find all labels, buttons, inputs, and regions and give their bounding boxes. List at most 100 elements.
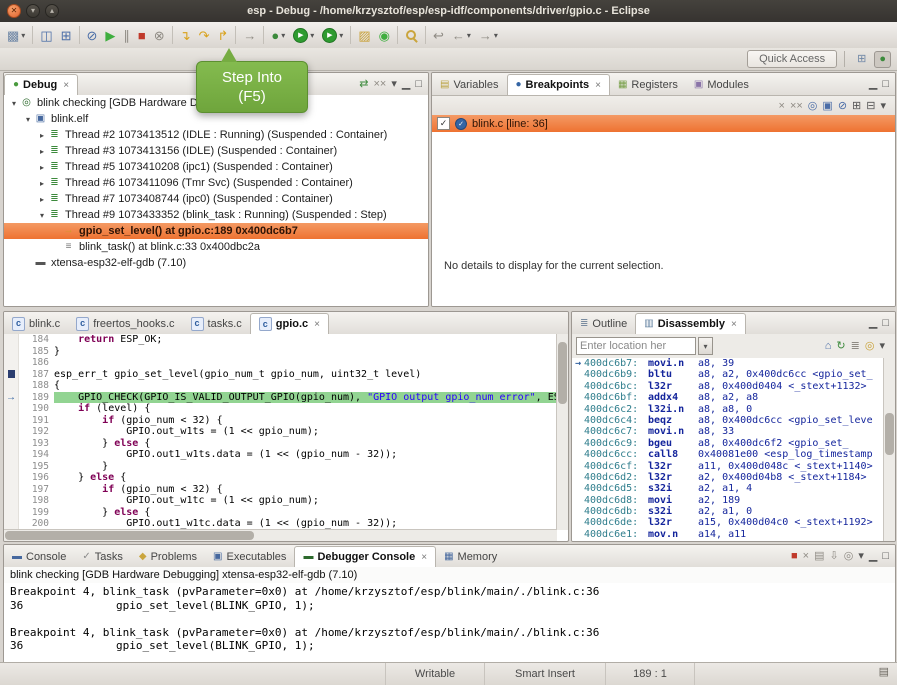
annotation-column[interactable] [4, 461, 19, 473]
annotation-column[interactable] [4, 357, 19, 369]
expand-all-button[interactable]: ⊞ [850, 100, 863, 113]
breakpoints-list[interactable]: ✓ ✓ blink.c [line: 36] [432, 115, 895, 306]
tab-tasks[interactable]: ✓Tasks [74, 546, 131, 567]
disassembly-line[interactable]: 400dc6e1:mov.na14, a11 [572, 529, 884, 540]
twistie-icon[interactable]: ▸ [36, 131, 48, 140]
editor-horizontal-scrollbar[interactable] [4, 529, 557, 541]
tab-variables[interactable]: ▤Variables [432, 74, 507, 95]
maximize-view-button[interactable]: □ [880, 550, 891, 563]
clear-console-button[interactable]: ▤ [812, 550, 826, 563]
editor-line[interactable]: 192 GPIO.out_w1ts = (1 << gpio_num); [4, 426, 557, 438]
debug-tree-row[interactable]: ▾≣Thread #9 1073433352 (blink_task : Run… [4, 207, 428, 223]
remove-all-terminated-button[interactable]: ×× [371, 78, 388, 91]
disassembly-line[interactable]: 400dc6bc:l32ra8, 0x400d0404 <_stext+1132… [572, 381, 884, 392]
last-edit-location-button[interactable]: ↩ [429, 24, 448, 46]
debug-dropdown-button[interactable]: ●▾ [267, 24, 289, 46]
debug-tree-row[interactable]: ▸≣Thread #3 1073413156 (IDLE) (Suspended… [4, 143, 428, 159]
twistie-icon[interactable]: ▾ [36, 211, 48, 220]
annotation-column[interactable] [4, 472, 19, 484]
skip-all-breakpoints-button[interactable]: ⊘ [836, 100, 849, 113]
debug-tree[interactable]: ▾◎blink checking [GDB Hardware Debugging… [4, 95, 428, 306]
editor-line[interactable]: 193 } else { [4, 438, 557, 450]
editor-line[interactable]: 186 [4, 357, 557, 369]
disassembly-vertical-scrollbar-thumb[interactable] [885, 413, 894, 455]
close-button[interactable]: ✕ [7, 4, 21, 18]
breakpoint-row[interactable]: ✓ ✓ blink.c [line: 36] [432, 115, 895, 132]
annotation-column[interactable] [4, 495, 19, 507]
home-button[interactable]: ⌂ [823, 340, 834, 353]
collapse-all-button[interactable]: ⊟ [864, 100, 877, 113]
terminate-console-button[interactable]: ■ [789, 550, 800, 563]
save-all-button[interactable]: ⊞ [57, 24, 76, 46]
debug-tree-row[interactable]: ▸≣Thread #7 1073408744 (ipc0) (Suspended… [4, 191, 428, 207]
terminate-button[interactable]: ■ [134, 24, 150, 46]
annotation-column[interactable] [4, 426, 19, 438]
editor-line[interactable]: 190 if (level) { [4, 403, 557, 415]
location-input[interactable] [576, 337, 696, 355]
minimize-button[interactable]: ▾ [26, 4, 40, 18]
disassembly-line[interactable]: →400dc6b7:movi.na8, 39 [572, 358, 884, 369]
tab-executables[interactable]: ▣Executables [205, 546, 294, 567]
editor-line[interactable]: 187esp_err_t gpio_set_level(gpio_num_t g… [4, 369, 557, 381]
twistie-icon[interactable]: ▸ [36, 147, 48, 156]
debug-tree-row[interactable]: ▸≣Thread #5 1073410208 (ipc1) (Suspended… [4, 159, 428, 175]
annotation-column[interactable] [4, 369, 19, 381]
close-icon[interactable]: × [63, 80, 69, 91]
tab-console[interactable]: ▬Console [4, 546, 74, 567]
close-icon[interactable]: × [421, 552, 427, 563]
tab-blink-c[interactable]: cblink.c [4, 313, 68, 334]
tab-outline[interactable]: ≣Outline [572, 313, 635, 334]
quick-access-button[interactable]: Quick Access [747, 50, 837, 68]
editor-line[interactable]: 188{ [4, 380, 557, 392]
disassembly-line[interactable]: 400dc6c9:bgeua8, 0x400dc6f2 <gpio_set_ [572, 438, 884, 449]
editor-line[interactable]: 196 } else { [4, 472, 557, 484]
remove-all-breakpoints-button[interactable]: ×× [788, 100, 805, 113]
editor-line[interactable]: 200 GPIO.out1_w1tc.data = (1 << (gpio_nu… [4, 518, 557, 530]
close-icon[interactable]: × [731, 319, 737, 330]
editor-line[interactable]: 185} [4, 346, 557, 358]
step-over-button[interactable]: ↷ [195, 24, 214, 46]
instruction-stepping-button[interactable]: → [239, 24, 260, 46]
annotation-column[interactable] [4, 403, 19, 415]
debug-tree-row[interactable]: ▬xtensa-esp32-elf-gdb (7.10) [4, 255, 428, 271]
forward-button[interactable]: →▾ [475, 24, 502, 46]
disconnect-button[interactable]: ⊗ [150, 24, 169, 46]
save-button[interactable]: ◫ [36, 24, 56, 46]
tab-problems[interactable]: ◆Problems [131, 546, 205, 567]
close-icon[interactable]: × [314, 319, 320, 330]
editor-line[interactable]: 198 GPIO.out_w1tc = (1 << gpio_num); [4, 495, 557, 507]
debug-tree-row[interactable]: ▸≣Thread #6 1073411096 (Tmr Svc) (Suspen… [4, 175, 428, 191]
connect-process-button[interactable]: ⇄ [357, 78, 370, 91]
annotation-column[interactable]: → [4, 392, 19, 404]
tab-debug[interactable]: ●Debug× [4, 74, 78, 95]
annotation-column[interactable] [4, 346, 19, 358]
pin-console-button[interactable]: ◎ [842, 550, 856, 563]
progress-view-button[interactable]: ▤ [877, 666, 891, 679]
editor-line[interactable]: 199 } else { [4, 507, 557, 519]
editor-line[interactable]: 191 if (gpio_num < 32) { [4, 415, 557, 427]
go-to-file-button[interactable]: ▣ [820, 100, 834, 113]
editor-line[interactable]: 197 if (gpio_num < 32) { [4, 484, 557, 496]
remove-launch-button[interactable]: × [801, 550, 811, 563]
editor-line[interactable]: 184 return ESP_OK; [4, 334, 557, 346]
tab-memory[interactable]: ▦Memory [436, 546, 505, 567]
refresh-button[interactable]: ↻ [834, 340, 847, 353]
new-wizard-button[interactable]: ▩▾ [3, 24, 29, 46]
twistie-icon[interactable]: ▾ [8, 99, 20, 108]
new-cpp-project-button[interactable]: ▨ [354, 24, 374, 46]
debug-perspective-button[interactable]: ● [874, 51, 891, 68]
new-class-button[interactable]: ◉ [375, 24, 394, 46]
editor-horizontal-scrollbar-thumb[interactable] [5, 531, 254, 540]
run-dropdown-button[interactable]: ▶▾ [289, 24, 318, 46]
editor-line[interactable]: 194 GPIO.out1_w1ts.data = (1 << (gpio_nu… [4, 449, 557, 461]
breakpoint-checkbox[interactable]: ✓ [437, 117, 450, 130]
disassembly-line[interactable]: 400dc6d2:l32ra2, 0x400d04b8 <_stext+1184… [572, 472, 884, 483]
minimize-view-button[interactable]: ▁ [867, 317, 879, 330]
twistie-icon[interactable]: ▸ [36, 195, 48, 204]
disassembly-lines[interactable]: →400dc6b7:movi.na8, 39400dc6b9:bltua8, a… [572, 358, 884, 541]
disassembly-line[interactable]: 400dc6c7:movi.na8, 33 [572, 426, 884, 437]
disassembly-line[interactable]: 400dc6c4:beqza8, 0x400dc6cc <gpio_set_le… [572, 415, 884, 426]
external-tools-button[interactable]: ▶▾ [318, 24, 347, 46]
annotation-column[interactable] [4, 334, 19, 346]
disassembly-line[interactable]: 400dc6bf:addx4a8, a2, a8 [572, 392, 884, 403]
